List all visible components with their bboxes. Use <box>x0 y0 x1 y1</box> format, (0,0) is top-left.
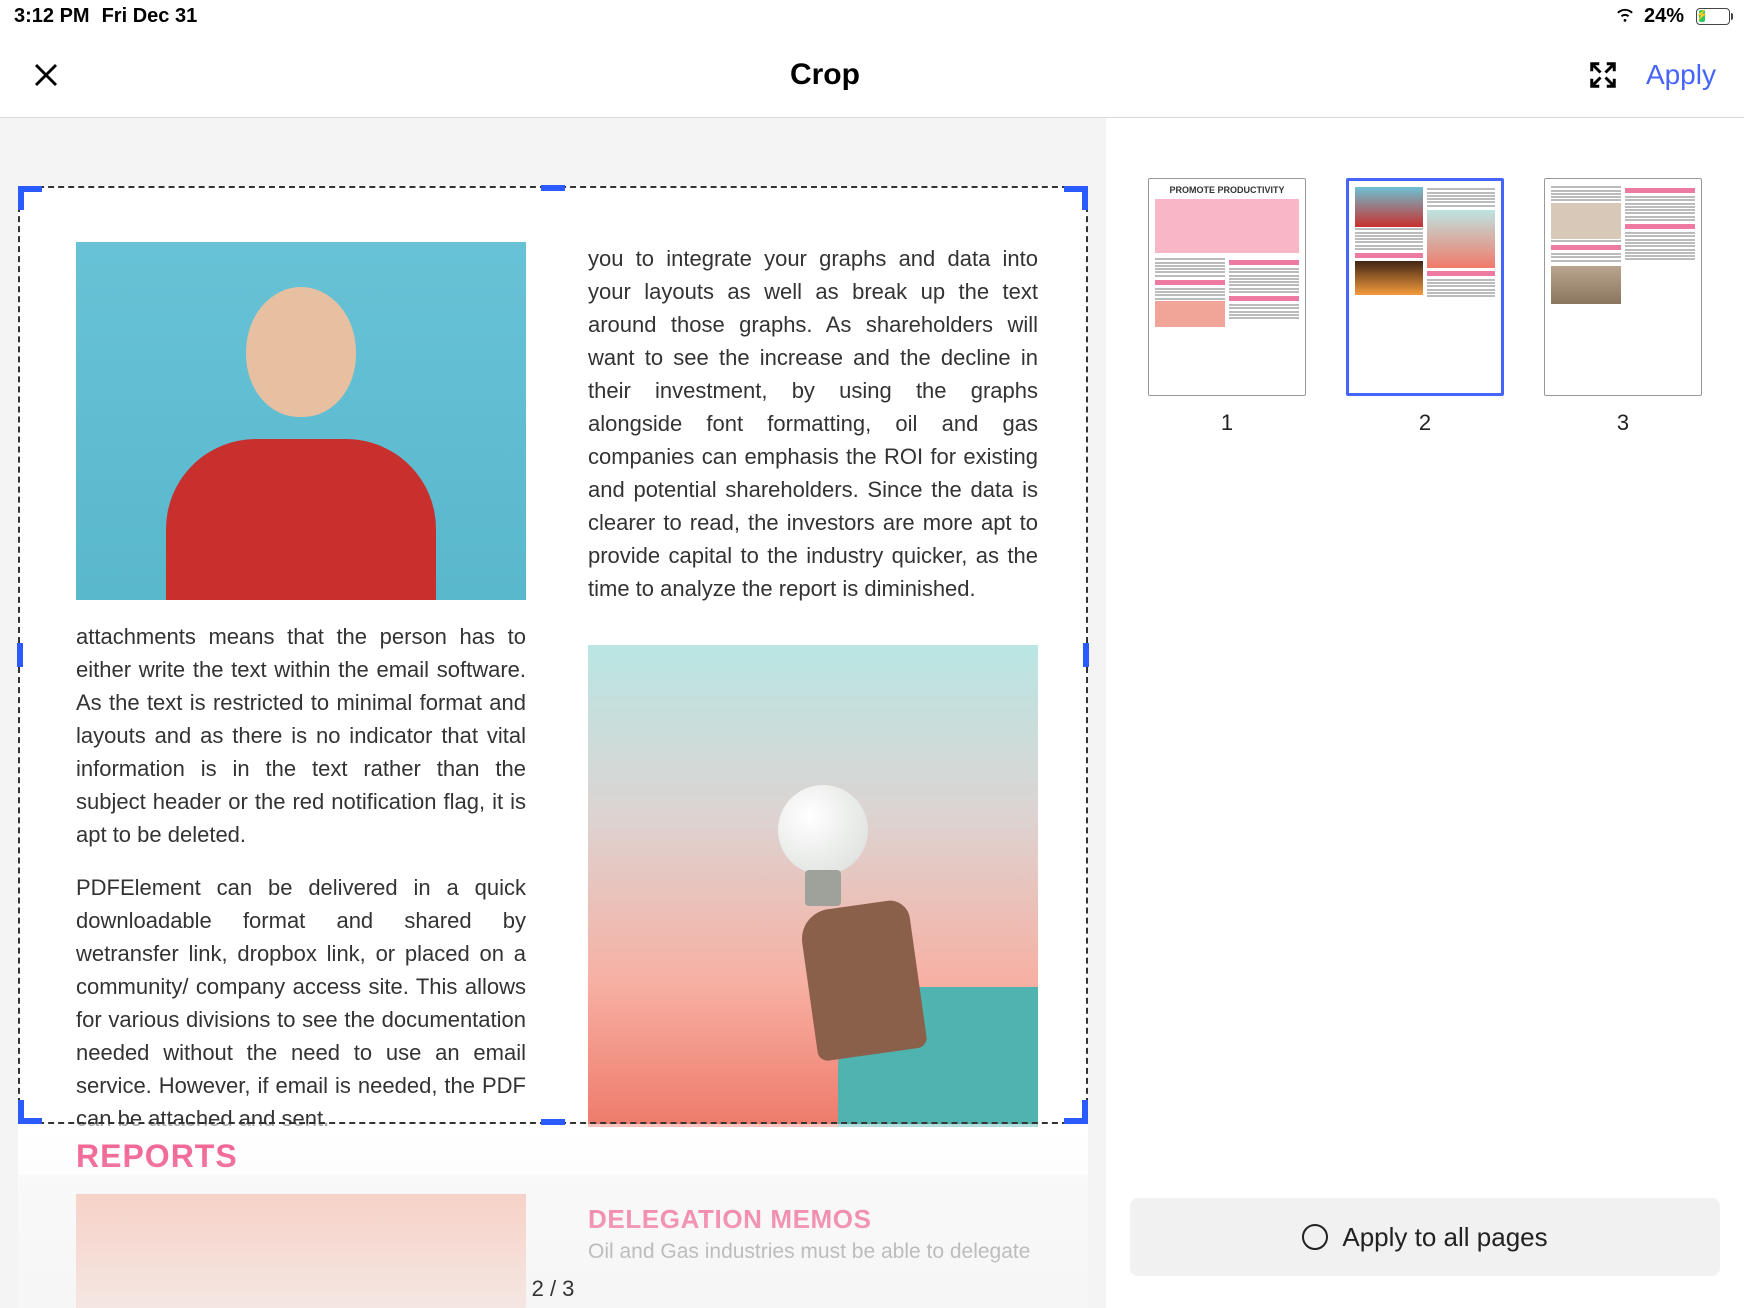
canvas-pane[interactable]: attachments means that the person has to… <box>0 118 1106 1308</box>
thumbnail-1[interactable]: PROMOTE PRODUCTIVITY 1 <box>1148 178 1306 436</box>
battery-percent: 24% <box>1644 5 1684 28</box>
close-button[interactable] <box>28 57 64 93</box>
status-bar: 3:12 PM Fri Dec 31 24% ⚡ <box>0 0 1744 32</box>
expand-icon[interactable] <box>1586 58 1620 92</box>
apply-all-label: Apply to all pages <box>1342 1222 1547 1253</box>
apply-to-all-pages-button[interactable]: Apply to all pages <box>1130 1198 1720 1276</box>
document-page: attachments means that the person has to… <box>18 186 1088 1175</box>
main-area: attachments means that the person has to… <box>0 118 1744 1308</box>
wifi-icon <box>1614 2 1636 30</box>
page-image-man <box>76 242 526 600</box>
page-text-right: you to integrate your graphs and data in… <box>588 242 1038 605</box>
battery-icon: ⚡ <box>1692 8 1730 25</box>
thumbnail-list: PROMOTE PRODUCTIVITY 1 <box>1132 178 1718 436</box>
page-image-bulb <box>588 645 1038 1127</box>
thumb1-title: PROMOTE PRODUCTIVITY <box>1155 185 1299 195</box>
thumbnail-label-2: 2 <box>1419 410 1431 436</box>
header-bar: Crop Apply <box>0 32 1744 118</box>
thumbnail-label-1: 1 <box>1221 410 1233 436</box>
page-title: Crop <box>790 58 860 92</box>
apply-button[interactable]: Apply <box>1646 59 1716 91</box>
status-time: 3:12 PM <box>14 5 90 28</box>
status-date: Fri Dec 31 <box>102 5 198 28</box>
thumbnail-label-3: 3 <box>1617 410 1629 436</box>
radio-unchecked-icon <box>1302 1224 1328 1250</box>
thumbnail-3[interactable]: 3 <box>1544 178 1702 436</box>
page-counter: 2 / 3 <box>532 1276 575 1302</box>
page-text-left-1: attachments means that the person has to… <box>76 620 526 851</box>
side-pane: PROMOTE PRODUCTIVITY 1 <box>1106 118 1744 1308</box>
page-text-left-2: PDFElement can be delivered in a quick d… <box>76 871 526 1135</box>
thumbnail-2[interactable]: 2 <box>1346 178 1504 436</box>
